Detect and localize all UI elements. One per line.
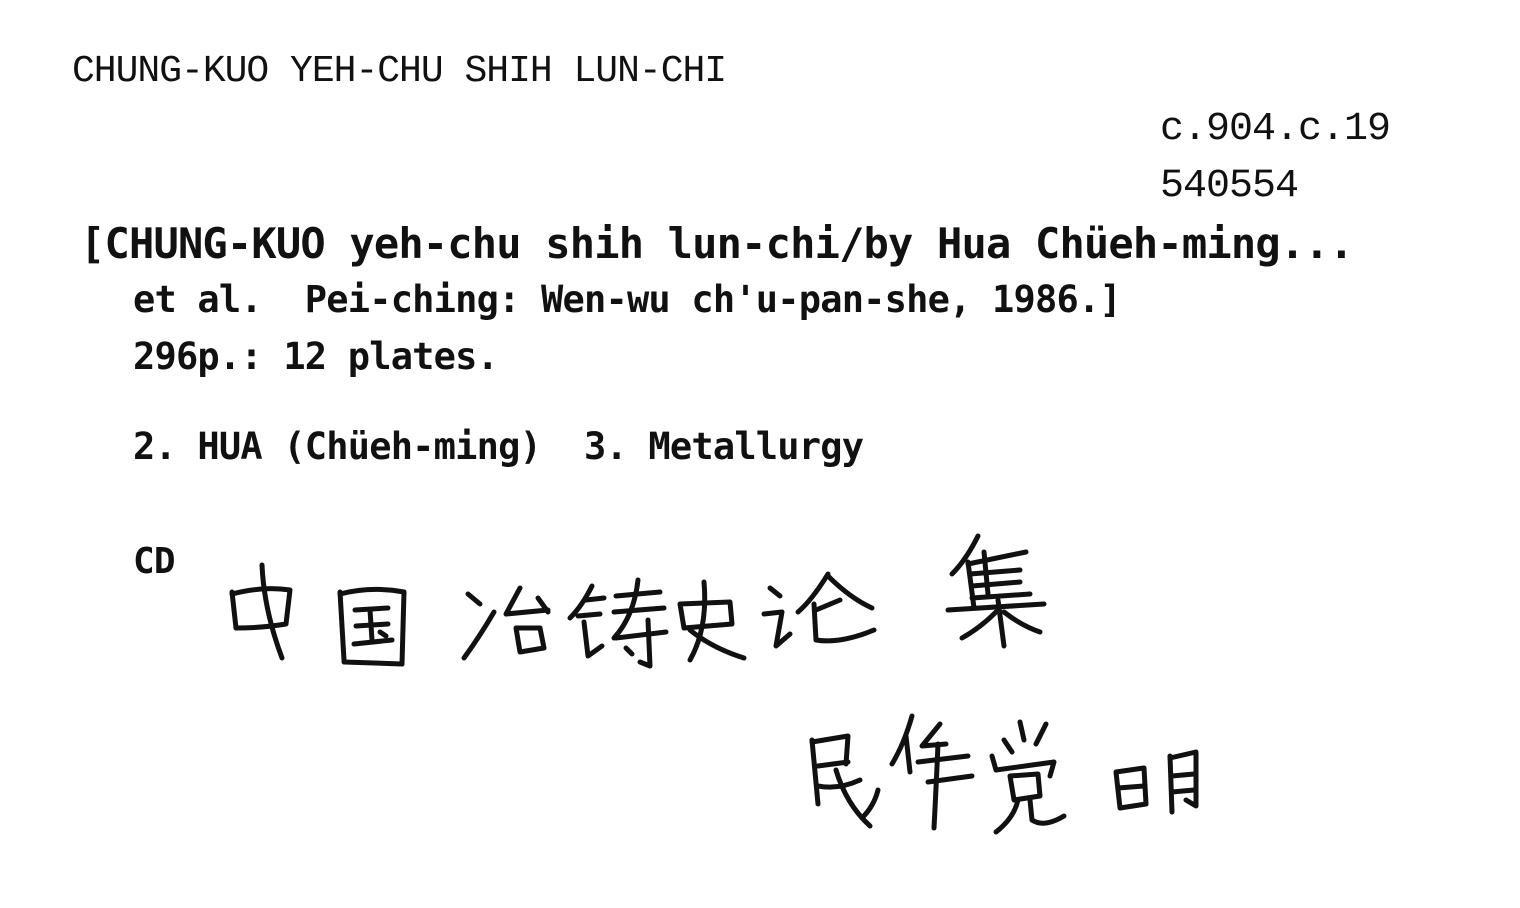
handwritten-char — [889, 713, 975, 831]
handwritten-char — [677, 579, 747, 663]
handwritten-char — [761, 571, 877, 649]
handwritten-char — [461, 585, 551, 661]
handwritten-char — [809, 733, 881, 829]
catalog-card: CHUNG-KUO YEH-CHU SHIH LUN-CHI c.904.c.1… — [0, 0, 1520, 908]
handwritten-char — [945, 533, 1047, 649]
handwritten-char — [1113, 749, 1199, 815]
handwritten-char — [229, 562, 293, 661]
handwritten-char — [337, 586, 407, 667]
handwritten-annotation — [229, 533, 1199, 835]
handwritten-char — [567, 577, 669, 669]
handwritten-char — [989, 719, 1067, 835]
